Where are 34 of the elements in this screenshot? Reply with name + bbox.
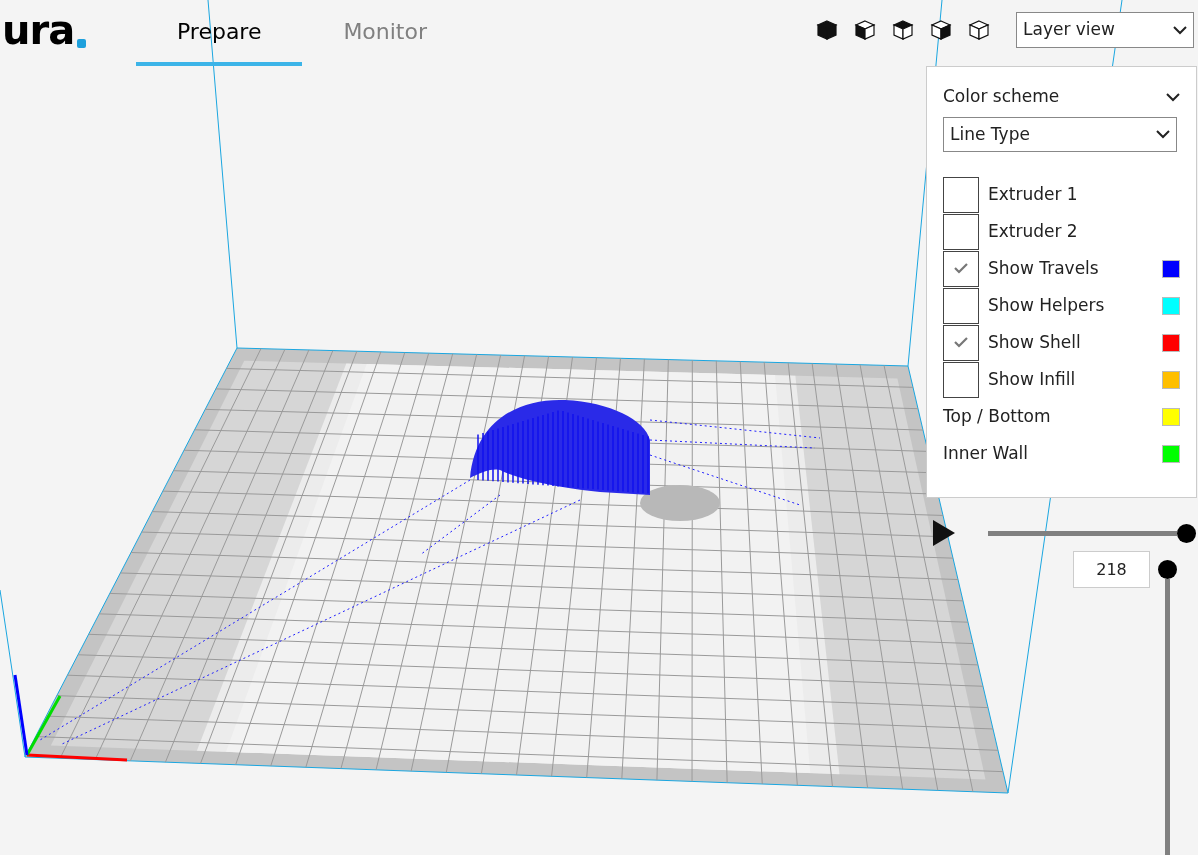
slider-thumb[interactable] xyxy=(1158,560,1177,579)
option-label: Show Shell xyxy=(988,330,1081,354)
slider-thumb[interactable] xyxy=(1177,524,1196,543)
line-type-dropdown[interactable]: Line Type xyxy=(943,117,1177,152)
cube-view-icon[interactable] xyxy=(968,19,990,41)
logo-text: ura xyxy=(2,10,75,50)
tab[interactable]: Prepare xyxy=(136,0,303,66)
tab[interactable]: Monitor xyxy=(302,0,469,66)
option-label: Show Infill xyxy=(988,367,1076,391)
option-label: Extruder 1 xyxy=(988,182,1078,206)
option-label: Top / Bottom xyxy=(943,404,1051,428)
cube-view-icon[interactable] xyxy=(892,19,914,41)
play-icon[interactable] xyxy=(933,520,955,546)
chevron-down-icon xyxy=(1166,92,1180,102)
option-label: Extruder 2 xyxy=(988,219,1078,243)
checkbox[interactable] xyxy=(943,250,979,287)
checkbox[interactable] xyxy=(943,324,979,361)
checkbox[interactable] xyxy=(943,213,979,250)
cube-view-icon[interactable] xyxy=(816,19,838,41)
color-scheme-header[interactable]: Color scheme xyxy=(943,85,1180,109)
checkbox[interactable] xyxy=(943,176,979,213)
view-mode-dropdown[interactable]: Layer view xyxy=(1016,12,1194,48)
layer-value-label: 218 xyxy=(1073,551,1150,588)
checkbox[interactable] xyxy=(943,361,979,398)
checkmark-icon xyxy=(954,263,968,274)
chevron-down-icon xyxy=(1173,25,1187,35)
option-label: Show Travels xyxy=(988,256,1099,280)
option-label: Inner Wall xyxy=(943,441,1028,465)
chevron-down-icon xyxy=(1156,130,1170,139)
cube-view-icon[interactable] xyxy=(854,19,876,41)
checkmark-icon xyxy=(954,337,968,348)
option-label: Show Helpers xyxy=(988,293,1105,317)
checkbox[interactable] xyxy=(943,287,979,324)
cube-view-icon[interactable] xyxy=(930,19,952,41)
